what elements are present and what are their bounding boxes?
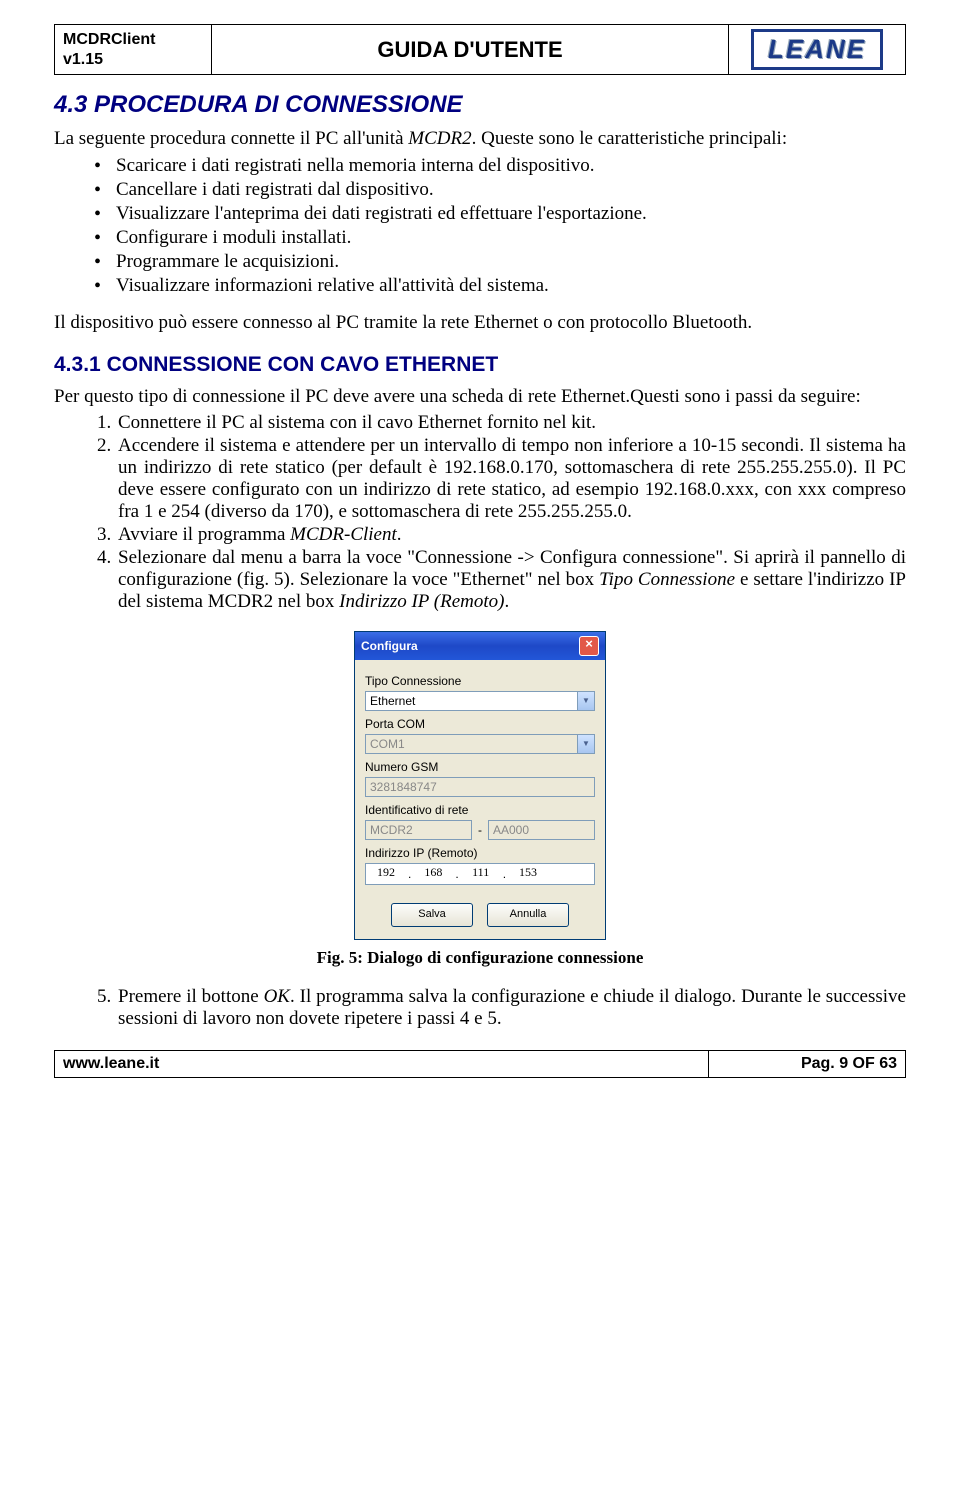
step4-e: . bbox=[505, 591, 510, 612]
save-button[interactable]: Salva bbox=[391, 903, 473, 927]
label-identificativo: Identificativo di rete bbox=[365, 803, 595, 817]
step5-a: Premere il bottone bbox=[118, 986, 264, 1007]
dialog-title: Configura bbox=[361, 639, 418, 653]
step3-c: . bbox=[397, 524, 402, 545]
subsection-heading: 4.3.1 CONNESSIONE CON CAVO ETHERNET bbox=[54, 353, 906, 377]
step3-b: MCDR-Client bbox=[290, 524, 397, 545]
figure-caption: Fig. 5: Dialogo di configurazione connes… bbox=[54, 948, 906, 968]
step4-d: Indirizzo IP (Remoto) bbox=[339, 591, 504, 612]
ip-dot: . bbox=[406, 867, 413, 881]
intro-unit: MCDR2 bbox=[408, 128, 471, 149]
list-item: Programmare le acquisizioni. bbox=[116, 251, 906, 273]
ip-octet-3[interactable]: 111 bbox=[461, 865, 501, 883]
list-item: Selezionare dal menu a barra la voce "Co… bbox=[116, 547, 906, 613]
porta-com-value: COM1 bbox=[365, 734, 595, 754]
steps-list: Connettere il PC al sistema con il cavo … bbox=[54, 412, 906, 613]
tipo-connessione-select[interactable]: Ethernet ▼ bbox=[365, 691, 595, 711]
subsection-number: 4.3.1 bbox=[54, 353, 101, 376]
numero-gsm-input: 3281848747 bbox=[365, 777, 595, 797]
list-item: Scaricare i dati registrati nella memori… bbox=[116, 155, 906, 177]
step3-a: Avviare il programma bbox=[118, 524, 290, 545]
list-item: Premere il bottone OK. Il programma salv… bbox=[116, 986, 906, 1030]
step4-b: Tipo Connessione bbox=[599, 569, 735, 590]
page-header: MCDRClient v1.15 GUIDA D'UTENTE LEANE bbox=[54, 24, 906, 75]
subsection-intro: Per questo tipo di connessione il PC dev… bbox=[54, 385, 906, 409]
product-version: v1.15 bbox=[63, 50, 203, 70]
list-item: Visualizzare l'anteprima dei dati regist… bbox=[116, 203, 906, 225]
list-item: Configurare i moduli installati. bbox=[116, 227, 906, 249]
header-title: GUIDA D'UTENTE bbox=[212, 25, 729, 75]
list-item: Connettere il PC al sistema con il cavo … bbox=[116, 412, 906, 434]
ip-octet-2[interactable]: 168 bbox=[413, 865, 453, 883]
porta-com-select: COM1 ▼ bbox=[365, 734, 595, 754]
label-tipo-connessione: Tipo Connessione bbox=[365, 674, 595, 688]
step5-b: OK bbox=[264, 986, 290, 1007]
intro-text-a: La seguente procedura connette il PC all… bbox=[54, 128, 408, 149]
dialog-body: Tipo Connessione Ethernet ▼ Porta COM CO… bbox=[355, 660, 605, 939]
section-intro: La seguente procedura connette il PC all… bbox=[54, 127, 906, 151]
config-dialog: Configura × Tipo Connessione Ethernet ▼ … bbox=[354, 631, 606, 940]
list-item: Cancellare i dati registrati dal disposi… bbox=[116, 179, 906, 201]
indirizzo-ip-input[interactable]: 192. 168. 111. 153 bbox=[365, 863, 595, 885]
chevron-down-icon: ▼ bbox=[577, 735, 594, 753]
label-numero-gsm: Numero GSM bbox=[365, 760, 595, 774]
ip-octet-1[interactable]: 192 bbox=[366, 865, 406, 883]
footer-page-number: Pag. 9 OF 63 bbox=[709, 1051, 906, 1078]
page-footer: www.leane.it Pag. 9 OF 63 bbox=[54, 1050, 906, 1078]
footer-url: www.leane.it bbox=[55, 1051, 709, 1078]
identificativo-2: AA000 bbox=[488, 820, 595, 840]
tipo-connessione-value: Ethernet bbox=[365, 691, 595, 711]
subsection-title: CONNESSIONE CON CAVO ETHERNET bbox=[107, 353, 499, 376]
label-indirizzo-ip: Indirizzo IP (Remoto) bbox=[365, 846, 595, 860]
header-product: MCDRClient v1.15 bbox=[55, 25, 212, 75]
ident-separator: - bbox=[478, 823, 482, 837]
product-name: MCDRClient bbox=[63, 30, 203, 50]
leane-logo: LEANE bbox=[751, 29, 883, 70]
ip-dot: . bbox=[501, 867, 508, 881]
identificativo-group: MCDR2 - AA000 bbox=[365, 820, 595, 840]
feature-list: Scaricare i dati registrati nella memori… bbox=[54, 155, 906, 297]
chevron-down-icon[interactable]: ▼ bbox=[577, 692, 594, 710]
figure-wrap: Configura × Tipo Connessione Ethernet ▼ … bbox=[54, 631, 906, 940]
section-number: 4.3 bbox=[54, 91, 87, 118]
cancel-button[interactable]: Annulla bbox=[487, 903, 569, 927]
close-icon[interactable]: × bbox=[579, 636, 599, 656]
section-heading: 4.3 PROCEDURA DI CONNESSIONE bbox=[54, 91, 906, 119]
ip-dot: . bbox=[453, 867, 460, 881]
steps-list-continued: Premere il bottone OK. Il programma salv… bbox=[54, 986, 906, 1030]
header-logo-cell: LEANE bbox=[729, 25, 906, 75]
dialog-titlebar[interactable]: Configura × bbox=[355, 632, 605, 660]
ip-octet-4[interactable]: 153 bbox=[508, 865, 548, 883]
label-porta-com: Porta COM bbox=[365, 717, 595, 731]
section-outro: Il dispositivo può essere connesso al PC… bbox=[54, 311, 906, 335]
identificativo-1: MCDR2 bbox=[365, 820, 472, 840]
list-item: Accendere il sistema e attendere per un … bbox=[116, 435, 906, 523]
section-title: PROCEDURA DI CONNESSIONE bbox=[94, 91, 462, 118]
list-item: Visualizzare informazioni relative all'a… bbox=[116, 275, 906, 297]
dialog-buttons: Salva Annulla bbox=[365, 903, 595, 927]
intro-text-b: . Queste sono le caratteristiche princip… bbox=[472, 128, 788, 149]
list-item: Avviare il programma MCDR-Client. bbox=[116, 524, 906, 546]
